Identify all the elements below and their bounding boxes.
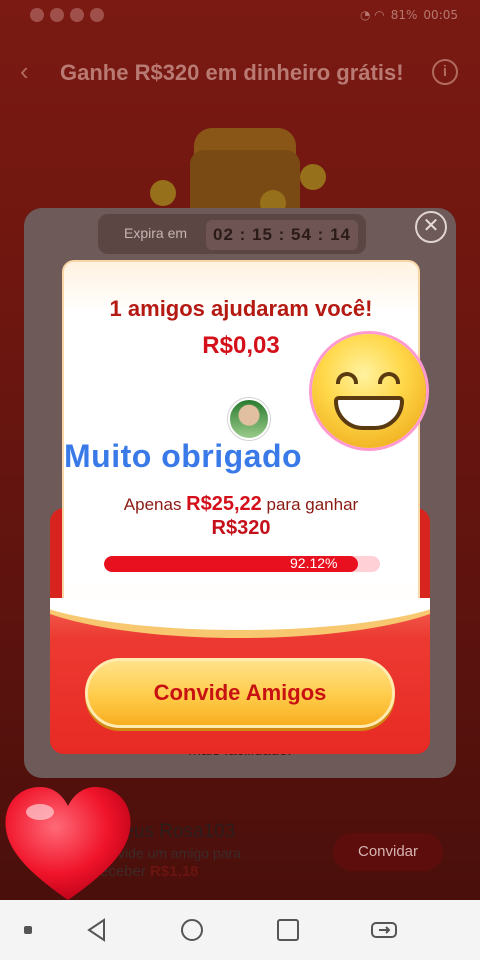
goal-amount: R$320 <box>211 517 271 539</box>
emoji-mouth <box>334 396 404 430</box>
countdown-label: Expira em <box>124 225 188 241</box>
coin <box>150 180 176 206</box>
grinning-emoji-icon <box>312 334 426 448</box>
remaining-amount: R$25,22 <box>186 493 262 515</box>
friend-subtitle: vide um amigo para <box>118 845 241 861</box>
coin <box>300 164 326 190</box>
nav-back-icon[interactable] <box>84 917 110 943</box>
whatsapp-icon <box>30 8 44 22</box>
clock: 00:05 <box>423 8 458 22</box>
notification-icons <box>30 8 104 22</box>
battery-level: 81% <box>390 8 418 22</box>
emoji-eye <box>378 372 400 384</box>
nav-recents-icon[interactable] <box>275 917 301 943</box>
nav-home-icon[interactable] <box>179 917 205 943</box>
app-icon <box>90 8 104 22</box>
shield-icon <box>50 8 64 22</box>
treasure-chest-illustration <box>150 120 330 220</box>
page-header: ‹ Ganhe R$320 em dinheiro grátis! i <box>0 50 480 94</box>
thanks-text: Muito obrigado <box>64 438 303 474</box>
info-icon[interactable]: i <box>432 59 458 85</box>
status-bar: ◔ ◠ 81% 00:05 <box>0 0 480 30</box>
popup-title: 1 amigos ajudaram você! <box>109 296 373 321</box>
progress-bar <box>104 556 380 572</box>
nav-switch-icon[interactable] <box>370 917 398 943</box>
heart-icon <box>5 787 131 900</box>
system-nav-bar <box>0 900 480 960</box>
convidar-button[interactable]: Convidar <box>333 833 443 871</box>
progress-percent: 92.12% <box>290 555 338 571</box>
close-icon[interactable]: ✕ <box>415 211 447 243</box>
progress-prefix: Apenas <box>123 495 187 514</box>
page-title: Ganhe R$320 em dinheiro grátis! <box>60 60 404 85</box>
back-arrow-icon[interactable]: ‹ <box>20 58 44 84</box>
invite-friends-button[interactable]: Convide Amigos <box>85 658 395 728</box>
emoji-eye <box>336 372 358 384</box>
wifi-icon: ◔ ◠ <box>359 8 385 22</box>
nav-dot-icon <box>24 926 32 934</box>
countdown-timer: 02 : 15 : 54 : 14 <box>206 220 358 250</box>
progress-text: Apenas R$25,22 para ganhar <box>62 493 420 516</box>
status-right: ◔ ◠ 81% 00:05 <box>360 8 458 22</box>
avatar <box>228 398 270 440</box>
friend-reward-amount: R$1,18 <box>150 863 199 880</box>
progress-suffix: para ganhar <box>261 495 359 514</box>
friend-name: teus Rosa103 <box>118 821 236 842</box>
app-icon <box>70 8 84 22</box>
